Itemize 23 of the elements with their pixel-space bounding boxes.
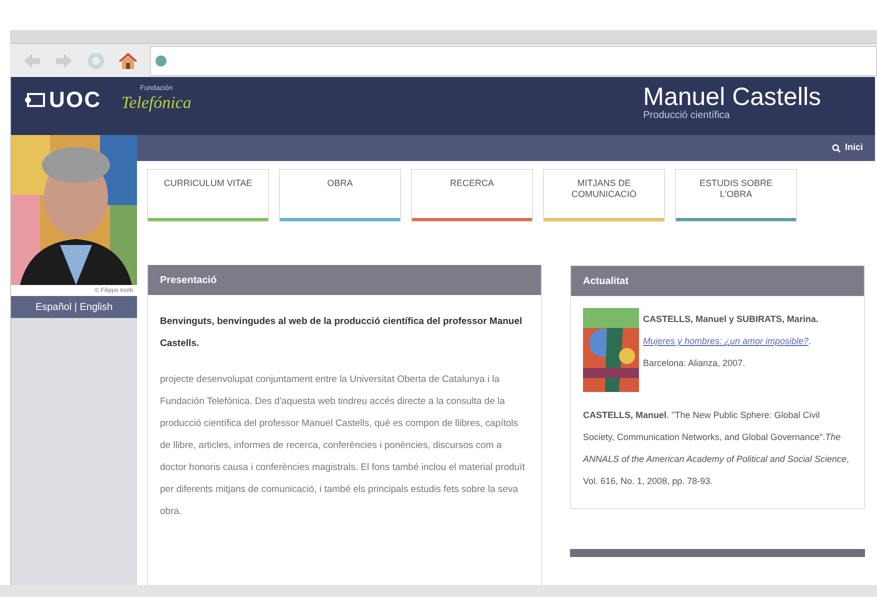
intro-paragraph: projecte desenvolupat conjuntament entre la Universitat Oberta de Catalunya i la Fundación Telefónica. Des d'aquesta web tindreu accés directe a la consulta de la producció científica del professor Manuel Castells, què es compon de llibres, capítols de llibre, articles, informes de recerca, conferències i ponències, discursos com a doctor honoris causa i conferències magistrals. El fons també inclou el material produït per diferents mitjans de comunicació, i també els principals estudis fets sobre la seva obra. xyxy=(160,373,526,519)
address-field[interactable] xyxy=(150,46,877,76)
home-link[interactable]: Inici xyxy=(832,141,863,155)
logo-icon xyxy=(25,93,45,107)
site-subtitle: Producció científica xyxy=(643,110,731,122)
language-links[interactable]: Español | English xyxy=(35,300,113,314)
partner-logo: Telefónica xyxy=(121,92,192,114)
logo-text: UOC xyxy=(49,89,102,111)
nav-tab[interactable]: CURRICULUM VITAE xyxy=(147,169,269,222)
site-title: Manuel Castells xyxy=(643,85,821,110)
nav-tab[interactable]: ESTUDIS SOBRE L'OBRA xyxy=(675,169,797,222)
news-item: CASTELLS, Manuel. "The New Public Sphere: Global Civil Society, Communication Networks, and Global Governance".The ANNALS of the American Academy of Political and Social Science, Vol. 616, No. 1, 2008, pp. 78-93. xyxy=(583,409,850,488)
panel-title: Presentació xyxy=(160,274,217,288)
nav-tab[interactable]: RECERCA xyxy=(411,169,533,222)
panel-title: Actualitat xyxy=(583,274,629,288)
nav-tab[interactable]: MITJANS DE COMUNICACIÓ xyxy=(543,169,665,222)
news-item: CASTELLS, Manuel y SUBIRATS, Marina. Mujeres y hombres: ¿un amor imposible?. Barcelona: Alianza, 2007. xyxy=(643,313,820,370)
book-link[interactable]: Mujeres y hombres: ¿un amor imposible? xyxy=(643,336,809,346)
reload-icon[interactable] xyxy=(86,50,106,70)
search-icon xyxy=(832,144,841,152)
nav-tab[interactable]: OBRA xyxy=(279,169,401,222)
home-icon[interactable] xyxy=(118,50,138,70)
welcome-text: Benvinguts, benvingudes al web de la producció científica del professor Manuel Castells. xyxy=(160,315,524,351)
